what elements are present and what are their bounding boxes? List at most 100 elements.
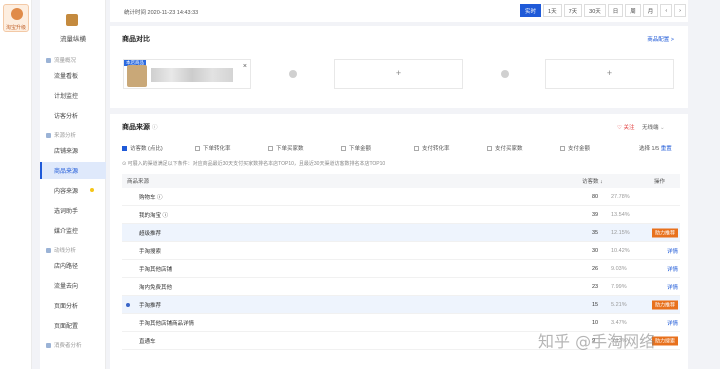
table-row[interactable]: 手淘其他店铺 26 9.03% 详情 [122,260,680,278]
nav-item[interactable]: 流量去向 [40,277,106,294]
nav-section-header: 来源分析 [46,130,76,140]
date-button[interactable]: 30天 [584,4,606,17]
nav-section-title: 来源分析 [54,133,77,139]
checkbox-icon [560,145,565,151]
source-name: 手淘搜索 [139,248,162,255]
metric-checkbox[interactable]: 支付买家数 [487,144,560,152]
visitor-count: 26 [592,265,599,272]
table-row[interactable]: 购物车 ⓘ 80 27.78% [122,188,680,206]
deer-logo-icon [11,8,23,20]
nav-item[interactable]: 计划监控 [40,87,106,104]
visitor-share: 5.21% [611,301,627,308]
col-source: 商品来源 [127,179,150,185]
app-logo[interactable]: 淘宝升级 [3,4,29,32]
metric-label: 下单金额 [349,146,372,152]
detail-link[interactable]: 详情 [667,283,678,291]
col-visitors[interactable]: 访客数 ↓ [582,177,603,185]
metric-checkbox[interactable]: 访客数 (点比) [122,144,195,152]
date-button[interactable]: 月 [642,4,659,17]
add-product-icon: + [606,68,613,78]
metric-checkbox[interactable]: 支付金额 [560,144,633,152]
chevron-left-icon[interactable]: ‹ [660,4,673,17]
source-name: 手淘其他店铺商品详情 [139,320,195,327]
compare-slot-1[interactable]: 本店商品 × [123,59,251,89]
chevron-right-icon[interactable]: › [674,4,686,17]
eligibility-notice: ⊙ 可展入的渠道满足以下条件：对应商品最近30天支付买家数排名本店TOP10，且… [122,161,386,167]
source-name: 我的淘宝 ⓘ [139,212,169,219]
module-title: 流量纵横 [60,36,86,43]
visitor-share: 9.03% [611,265,627,272]
metric-label: 支付买家数 [495,146,523,152]
table-row[interactable]: 淘内免费其他 23 7.99% 详情 [122,278,680,296]
nav-item[interactable]: 选词助手 [40,202,106,219]
nav-item[interactable]: 页面分析 [40,297,106,314]
detail-link[interactable]: 详情 [667,319,678,327]
source-name: 手淘其他店铺 [139,266,173,273]
source-name: 购物车 ⓘ [139,194,163,201]
compare-slot-3[interactable]: + [545,59,674,89]
nav-item[interactable]: 访客分析 [40,107,106,124]
table-row[interactable]: 手淘推荐 15 5.21% 助力推荐 [122,296,680,314]
follow-button[interactable]: ♡ 关注 [617,123,634,131]
boost-button[interactable]: 助力推荐 [652,300,679,309]
module-icon [66,14,78,26]
add-product-icon: + [395,68,402,78]
boost-button[interactable]: 助力推荐 [652,228,679,237]
detail-link[interactable]: 详情 [667,265,678,273]
compare-slot-2[interactable]: + [334,59,463,89]
nav-item[interactable]: 店内路径 [40,257,106,274]
metric-checkbox[interactable]: 下单买家数 [268,144,341,152]
table-row[interactable]: 手淘搜索 30 10.42% 详情 [122,242,680,260]
source-name: 超级推荐 [139,230,162,237]
nav-item[interactable]: 店铺来源 [40,142,106,159]
visitor-count: 15 [592,301,599,308]
section-icon [46,57,51,63]
date-button[interactable]: 周 [625,4,641,17]
nav-item[interactable]: 内容来源 [40,182,106,199]
checkbox-icon [268,145,273,151]
current-marker-icon [126,303,130,307]
metric-label: 支付金额 [568,146,591,152]
nav-item[interactable]: 媒介监控 [40,222,106,239]
metric-checkbox[interactable]: 下单转化率 [195,144,268,152]
visitor-share: 3.47% [611,319,627,326]
visitor-count: 30 [592,247,599,254]
detail-link[interactable]: 详情 [667,247,678,255]
metric-filters: 访客数 (点比) 下单转化率 下单买家数 下单金额 支付转化率 支付买家数 支付金额 [122,144,633,152]
product-title-blurred [151,68,233,82]
product-thumbnail [127,65,147,87]
date-button[interactable]: 7天 [563,4,583,17]
nav-item[interactable]: 商品来源 [40,162,106,179]
nav-section-header: 消费者分析 [46,340,82,350]
checkbox-icon [122,145,127,151]
close-icon[interactable]: × [243,63,247,70]
checkbox-icon [341,145,346,151]
col-operation: 操作 [654,179,666,185]
reset-link[interactable]: 重置 [661,146,672,152]
table-row[interactable]: 超级推荐 35 12.15% 助力推荐 [122,224,680,242]
metric-label: 下单转化率 [203,146,231,152]
metric-checkbox[interactable]: 支付转化率 [414,144,487,152]
nav-item[interactable]: 页面配置 [40,317,106,334]
nav-item[interactable]: 流量看板 [40,67,106,84]
device-select[interactable]: 无线端 ⌄ [642,123,665,131]
visitor-share: 12.15% [611,229,630,236]
date-button[interactable]: 1天 [543,4,562,17]
source-name: 淘内免费其他 [139,284,173,291]
module-header: 流量纵横 [40,10,106,44]
date-button[interactable]: 日 [607,4,624,17]
visitor-count: 10 [592,319,599,326]
date-button[interactable]: 实时 [520,4,542,17]
product-config-link[interactable]: 商品配置 > [647,35,674,43]
visitor-count: 35 [592,229,599,236]
table-row[interactable]: 我的淘宝 ⓘ 39 13.54% [122,206,680,224]
checkbox-icon [414,145,419,151]
source-name: 手淘推荐 [139,302,162,309]
table-header: 商品来源 访客数 ↓ 操作 [122,174,680,188]
help-icon[interactable]: ⓘ [152,125,158,131]
section-icon [46,132,51,138]
metric-checkbox[interactable]: 下单金额 [341,144,414,152]
metric-label: 下单买家数 [276,146,304,152]
boost-button[interactable]: 助力搜索 [652,336,679,345]
product-compare-card: 商品对比 商品配置 > 本店商品 × + + [110,26,688,108]
